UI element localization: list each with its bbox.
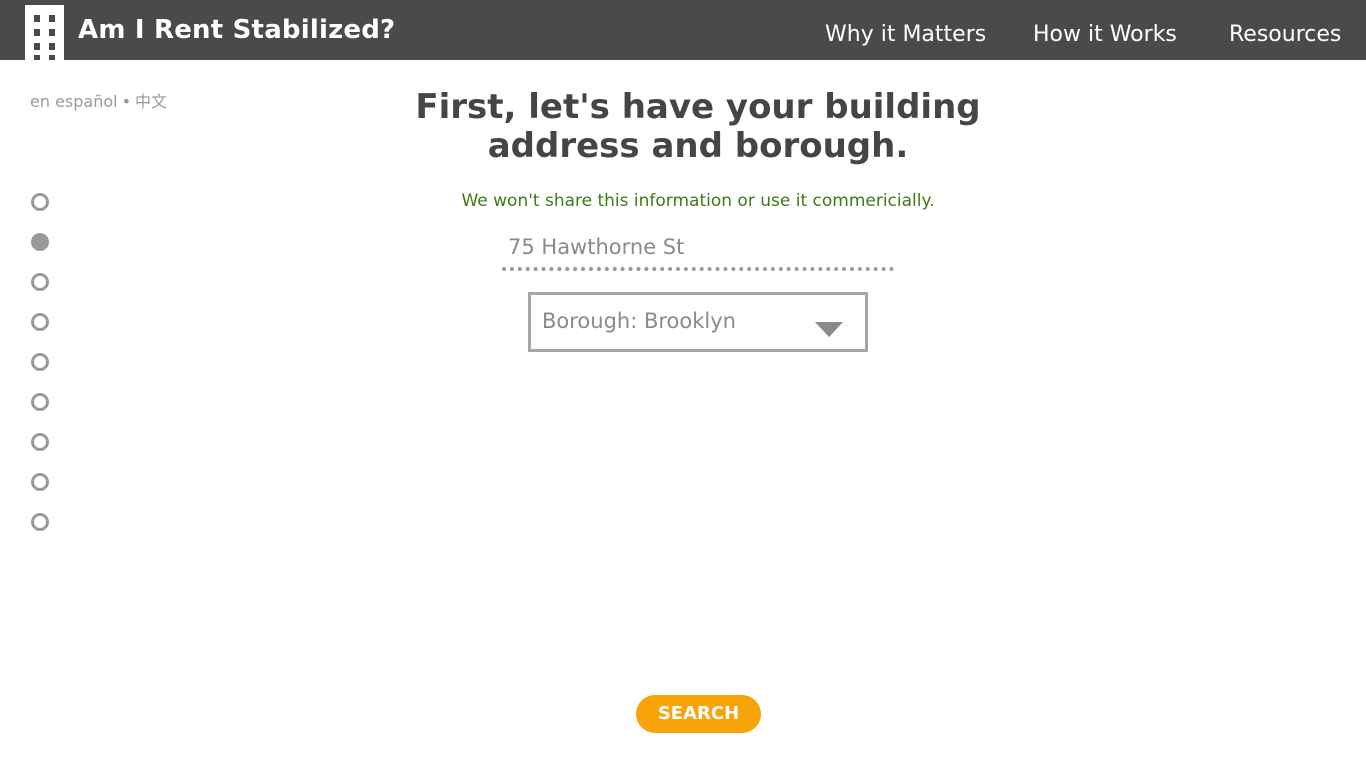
page-headline: First, let's have your building address …: [415, 87, 981, 166]
language-separator: •: [121, 92, 132, 111]
building-icon[interactable]: [25, 5, 64, 60]
top-nav-bar: Am I Rent Stabilized? Why it Matters How…: [0, 0, 1366, 60]
step-dot-6[interactable]: [31, 393, 49, 411]
language-link-chinese[interactable]: 中文: [135, 92, 167, 111]
language-switcher: en español • 中文: [30, 91, 167, 113]
step-dot-8[interactable]: [31, 473, 49, 491]
address-input[interactable]: [502, 227, 894, 271]
step-dot-1[interactable]: [31, 193, 49, 211]
nav-resources[interactable]: Resources: [1229, 20, 1341, 50]
search-button[interactable]: SEARCH: [636, 695, 761, 733]
nav-how-it-works[interactable]: How it Works: [1033, 20, 1177, 50]
borough-selected-value: Borough: Brooklyn: [542, 309, 736, 333]
step-dot-2-current[interactable]: [31, 233, 49, 251]
step-dot-9[interactable]: [31, 513, 49, 531]
privacy-note: We won't share this information or use i…: [461, 191, 935, 211]
step-dot-5[interactable]: [31, 353, 49, 371]
chevron-down-icon: [815, 322, 843, 337]
app-title[interactable]: Am I Rent Stabilized?: [78, 14, 395, 46]
step-dot-7[interactable]: [31, 433, 49, 451]
nav-why-it-matters[interactable]: Why it Matters: [825, 20, 986, 50]
borough-select[interactable]: Borough: Brooklyn: [528, 292, 868, 352]
step-dot-3[interactable]: [31, 273, 49, 291]
language-link-spanish[interactable]: en español: [30, 92, 118, 111]
step-dot-4[interactable]: [31, 313, 49, 331]
